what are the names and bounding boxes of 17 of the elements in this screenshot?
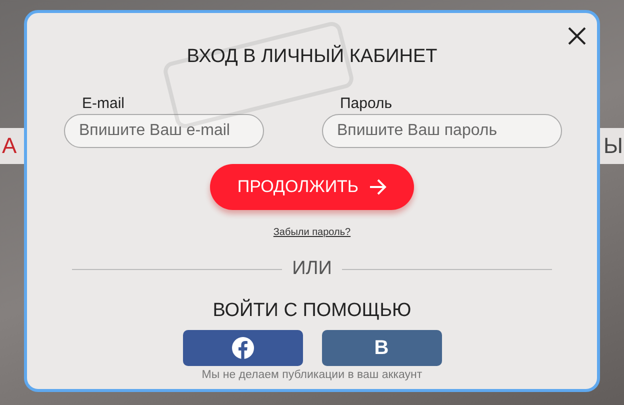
vk-button[interactable]: В bbox=[322, 330, 442, 366]
field-label: Пароль bbox=[339, 95, 394, 113]
social-title: ВОЙТИ С ПОМОЩЬЮ bbox=[212, 300, 412, 322]
facebook-icon bbox=[232, 337, 254, 359]
input-field[interactable]: Впишите Ваш e-mail bbox=[64, 114, 264, 148]
close-icon[interactable] bbox=[567, 26, 587, 46]
arrow-icon bbox=[368, 179, 387, 195]
headline-fragment: Ы bbox=[604, 132, 624, 160]
headline-fragment: А bbox=[1, 132, 18, 160]
facebook-button[interactable] bbox=[182, 330, 302, 366]
continue-button[interactable]: ПРОДОЛЖИТЬ bbox=[210, 164, 414, 210]
input-field[interactable]: Впишите Ваш пароль bbox=[322, 114, 562, 148]
forgot-password-link[interactable]: Забыли пароль? bbox=[273, 227, 351, 238]
privacy-note: Мы не делаем публикации в ваш аккаунт bbox=[202, 369, 422, 381]
modal-title: ВХОД В ЛИЧНЫЙ КАБИНЕТ bbox=[186, 46, 438, 68]
divider-text: ИЛИ bbox=[292, 258, 332, 280]
field-label: E-mail bbox=[81, 95, 126, 113]
